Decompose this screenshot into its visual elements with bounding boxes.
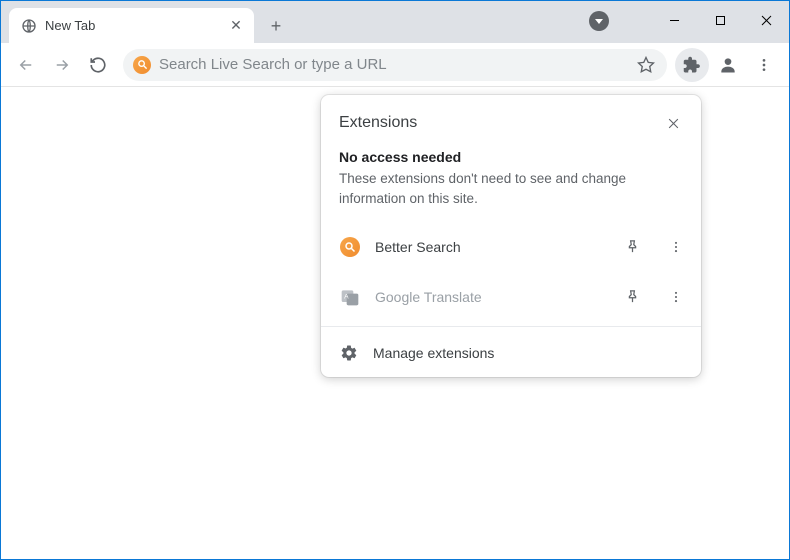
profile-button[interactable] (711, 48, 745, 82)
popup-close-button[interactable] (661, 111, 685, 135)
address-bar[interactable]: Search Live Search or type a URL (123, 49, 667, 81)
extension-name: Better Search (375, 239, 603, 255)
popup-section-description: These extensions don't need to see and c… (339, 169, 683, 210)
media-dropdown-icon[interactable] (589, 11, 609, 31)
popup-title: Extensions (339, 114, 661, 132)
window-titlebar: New Tab ✕ + (1, 1, 789, 43)
manage-extensions-label: Manage extensions (373, 345, 494, 361)
pin-icon[interactable] (617, 232, 647, 262)
manage-extensions-button[interactable]: Manage extensions (321, 331, 701, 373)
tab-close-icon[interactable]: ✕ (228, 18, 244, 34)
extensions-popup: Extensions No access needed These extens… (321, 95, 701, 377)
omnibox-placeholder: Search Live Search or type a URL (159, 56, 627, 73)
better-search-icon (339, 236, 361, 258)
more-icon[interactable] (661, 232, 691, 262)
more-icon[interactable] (661, 282, 691, 312)
pin-icon[interactable] (617, 282, 647, 312)
forward-button[interactable] (45, 48, 79, 82)
window-maximize-button[interactable] (697, 1, 743, 39)
search-engine-icon (133, 56, 151, 74)
bookmark-star-icon[interactable] (635, 54, 657, 76)
svg-text:A: A (344, 293, 349, 300)
gear-icon (339, 343, 359, 363)
popup-section-heading: No access needed (339, 149, 683, 165)
window-close-button[interactable] (743, 1, 789, 39)
window-minimize-button[interactable] (651, 1, 697, 39)
menu-button[interactable] (747, 48, 781, 82)
browser-toolbar: Search Live Search or type a URL (1, 43, 789, 87)
extension-row-better-search[interactable]: Better Search (321, 222, 701, 272)
new-tab-button[interactable]: + (262, 12, 290, 40)
extension-name: Google Translate (375, 289, 603, 305)
divider (321, 326, 701, 327)
extensions-button[interactable] (675, 48, 709, 82)
extension-row-google-translate[interactable]: A Google Translate (321, 272, 701, 322)
browser-tab[interactable]: New Tab ✕ (9, 8, 254, 43)
globe-icon (21, 18, 37, 34)
tab-title: New Tab (45, 18, 220, 33)
back-button[interactable] (9, 48, 43, 82)
reload-button[interactable] (81, 48, 115, 82)
google-translate-icon: A (339, 286, 361, 308)
